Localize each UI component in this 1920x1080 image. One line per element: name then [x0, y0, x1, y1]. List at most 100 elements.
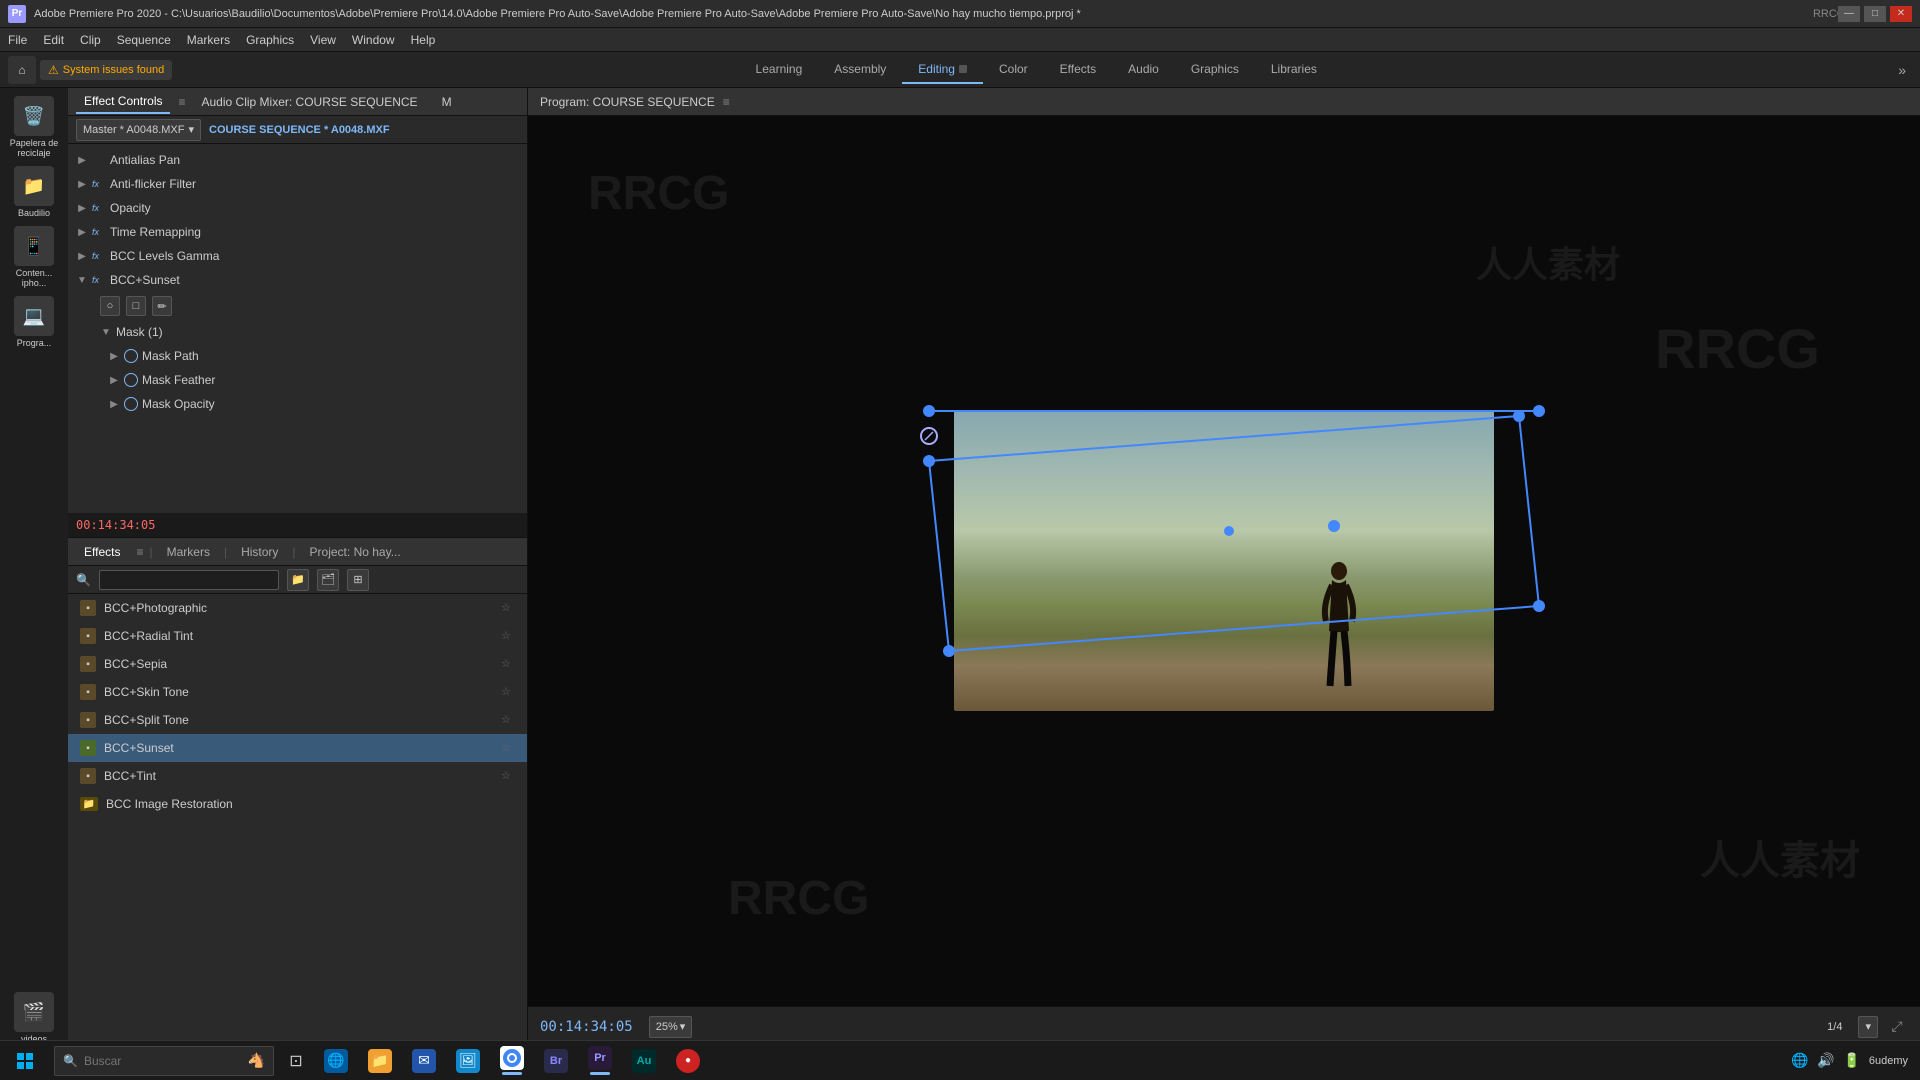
effect-item-radial-tint[interactable]: ▪ BCC+Radial Tint ☆ [68, 622, 527, 650]
sunset-star[interactable]: ☆ [501, 741, 515, 755]
zoom-fit-btn[interactable]: ⤢ [1886, 1016, 1908, 1038]
effect-item-split-tone[interactable]: ▪ BCC+Split Tone ☆ [68, 706, 527, 734]
effect-item-sepia[interactable]: ▪ BCC+Sepia ☆ [68, 650, 527, 678]
new-item-btn[interactable]: 🗂 [317, 569, 339, 591]
photographic-star[interactable]: ☆ [501, 601, 515, 615]
mask-svg [919, 356, 1569, 706]
nav-more[interactable]: » [1892, 56, 1912, 84]
taskbar-mail[interactable]: ✉ [402, 1041, 446, 1080]
desktop-icon-program[interactable]: 💻 Progra... [6, 296, 62, 348]
taskbar-explorer[interactable]: 📁 [358, 1041, 402, 1080]
nav-audio[interactable]: Audio [1112, 56, 1175, 84]
nav-editing[interactable]: Editing [902, 56, 983, 84]
page-select[interactable]: ▾ [1858, 1016, 1878, 1038]
minimize-button[interactable]: — [1838, 6, 1860, 22]
taskbar-audition[interactable]: Au [622, 1041, 666, 1080]
taskbar-red-app[interactable]: ● [666, 1041, 710, 1080]
menu-window[interactable]: Window [352, 33, 395, 47]
taskbar-photos[interactable]: 🖼 [446, 1041, 490, 1080]
desktop-icon-videos[interactable]: 🎬 videos [6, 992, 62, 1044]
new-bin-btn[interactable]: 📁 [287, 569, 309, 591]
taskbar-edge[interactable]: 🌐 [314, 1041, 358, 1080]
effects-tab-history[interactable]: History [233, 541, 286, 563]
effect-controls-tab[interactable]: Effect Controls [76, 90, 170, 114]
effects-tab-project[interactable]: Project: No hay... [302, 541, 409, 563]
zoom-select[interactable]: 25% ▾ [649, 1016, 693, 1038]
effect-item-photographic[interactable]: ▪ BCC+Photographic ☆ [68, 594, 527, 622]
mask-item-opacity: ▶ Mask Opacity [68, 392, 527, 416]
taskbar-search-input[interactable] [84, 1054, 242, 1068]
effect-item-skin-tone[interactable]: ▪ BCC+Skin Tone ☆ [68, 678, 527, 706]
nav-effects[interactable]: Effects [1044, 56, 1112, 84]
menu-view[interactable]: View [310, 33, 336, 47]
monitor-timecode[interactable]: 00:14:34:05 [540, 1019, 633, 1035]
effect-item-sunset[interactable]: ▪ BCC+Sunset ☆ [68, 734, 527, 762]
alert-badge[interactable]: ⚠ System issues found [40, 60, 172, 80]
expand-opacity[interactable]: ▶ [76, 202, 88, 214]
ellipse-mask-btn[interactable]: ○ [100, 296, 120, 316]
expand-mask-path[interactable]: ▶ [108, 350, 120, 362]
tint-star[interactable]: ☆ [501, 769, 515, 783]
sepia-icon: ▪ [80, 656, 96, 672]
effects-menu-icon[interactable]: ≡ [136, 545, 143, 559]
master-dropdown[interactable]: Master * A0048.MXF ▾ [76, 119, 201, 141]
expand-mask[interactable]: ▼ [100, 326, 112, 338]
taskbar-search-box[interactable]: 🔍 🐴 [54, 1046, 274, 1076]
menu-graphics[interactable]: Graphics [246, 33, 294, 47]
monitor-menu-icon[interactable]: ≡ [723, 95, 730, 109]
effect-row-sunset: ▼ fx BCC+Sunset [68, 268, 527, 292]
tray-network[interactable]: 🌐 [1791, 1052, 1809, 1070]
skin-tone-star[interactable]: ☆ [501, 685, 515, 699]
menu-edit[interactable]: Edit [43, 33, 64, 47]
start-button[interactable] [0, 1041, 50, 1080]
nav-graphics[interactable]: Graphics [1175, 56, 1255, 84]
nav-assembly[interactable]: Assembly [818, 56, 902, 84]
menu-markers[interactable]: Markers [187, 33, 230, 47]
menu-file[interactable]: File [8, 33, 27, 47]
effect-controls-menu-icon[interactable]: ≡ [178, 95, 185, 109]
sepia-star[interactable]: ☆ [501, 657, 515, 671]
maximize-button[interactable]: □ [1864, 6, 1886, 22]
effects-panel: Effects ≡ | Markers | History | Project:… [68, 538, 527, 1052]
desktop-icon-content[interactable]: 📱 Conten... ipho... [6, 226, 62, 288]
nav-libraries[interactable]: Libraries [1255, 56, 1333, 84]
taskbar-chrome[interactable] [490, 1041, 534, 1080]
menu-clip[interactable]: Clip [80, 33, 101, 47]
nav-learning[interactable]: Learning [740, 56, 819, 84]
expand-antiflicker[interactable]: ▶ [76, 178, 88, 190]
tab-sep-2: | [224, 545, 227, 559]
radial-tint-name: BCC+Radial Tint [104, 629, 493, 643]
desktop-icon-recycle[interactable]: 🗑️ Papelera de reciclaje [6, 96, 62, 158]
menu-help[interactable]: Help [411, 33, 436, 47]
pen-mask-btn[interactable]: ✏ [152, 296, 172, 316]
tray-sound[interactable]: 🔊 [1817, 1052, 1835, 1070]
effect-item-image-restoration[interactable]: 📁 BCC Image Restoration [68, 790, 527, 818]
menu-sequence[interactable]: Sequence [117, 33, 171, 47]
expand-time[interactable]: ▶ [76, 226, 88, 238]
effect-item-tint[interactable]: ▪ BCC+Tint ☆ [68, 762, 527, 790]
radial-tint-star[interactable]: ☆ [501, 629, 515, 643]
effect-mask-feather: Mask Feather [142, 373, 519, 387]
expand-antialias[interactable]: ▶ [76, 154, 88, 166]
task-view-btn[interactable]: ⊡ [278, 1043, 314, 1079]
effects-tab-markers[interactable]: Markers [159, 541, 218, 563]
monitor-header: Program: COURSE SEQUENCE ≡ [528, 88, 1920, 116]
split-tone-star[interactable]: ☆ [501, 713, 515, 727]
nav-color[interactable]: Color [983, 56, 1044, 84]
effects-tab-effects[interactable]: Effects [76, 541, 128, 563]
zoom-arrow: ▾ [680, 1020, 686, 1033]
taskbar-bridge[interactable]: Br [534, 1041, 578, 1080]
expand-mask-feather[interactable]: ▶ [108, 374, 120, 386]
taskbar-premiere[interactable]: Pr [578, 1041, 622, 1080]
home-button[interactable]: ⌂ [8, 56, 36, 84]
expand-mask-opacity[interactable]: ▶ [108, 398, 120, 410]
search-input[interactable] [99, 570, 279, 590]
expand-levels[interactable]: ▶ [76, 250, 88, 262]
expand-sunset[interactable]: ▼ [76, 274, 88, 286]
rect-mask-btn[interactable]: □ [126, 296, 146, 316]
extra-tab[interactable]: M [434, 91, 460, 113]
close-button[interactable]: ✕ [1890, 6, 1912, 22]
icon-grid-btn[interactable]: ⊞ [347, 569, 369, 591]
audio-mixer-tab[interactable]: Audio Clip Mixer: COURSE SEQUENCE [194, 91, 426, 113]
desktop-icon-baudilio[interactable]: 📁 Baudilio [6, 166, 62, 218]
